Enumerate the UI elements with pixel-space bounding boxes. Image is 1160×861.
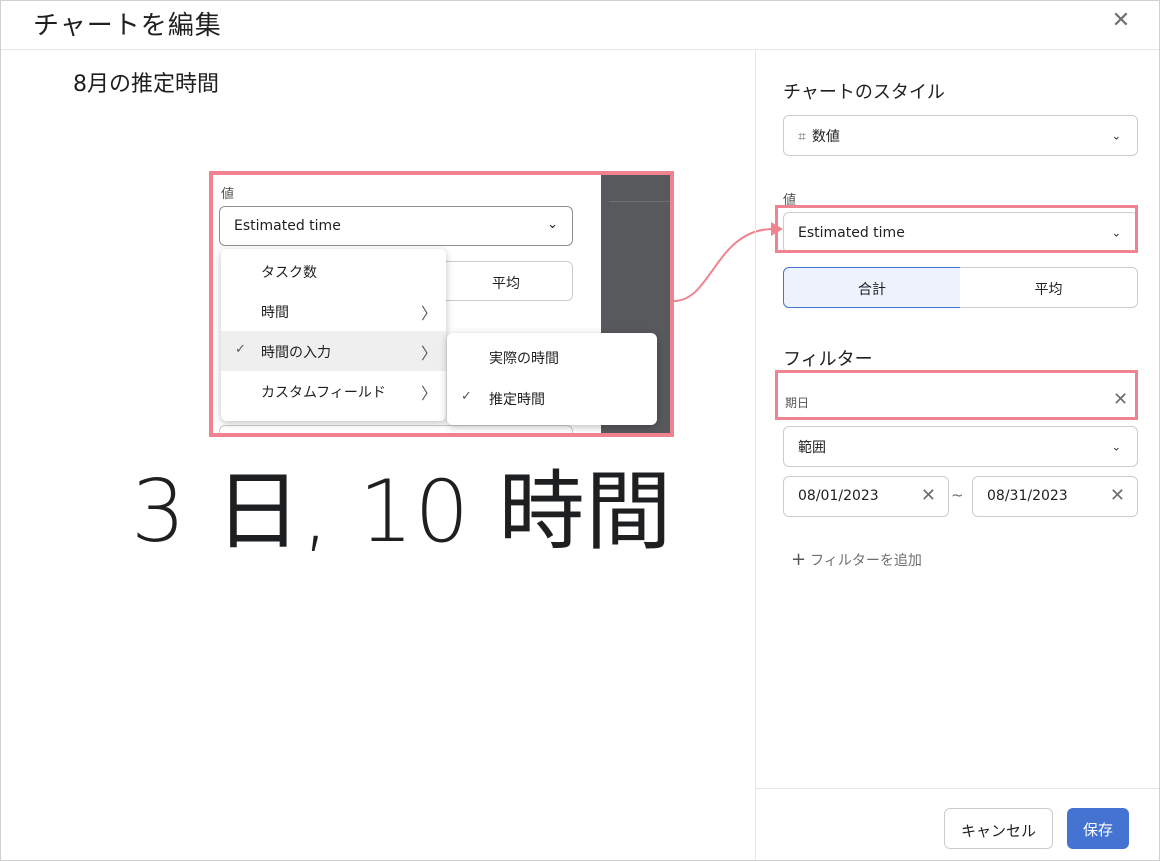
overlay-divider [609, 201, 670, 202]
range-select-text: 範囲 [798, 439, 826, 456]
submenu-item-label: 推定時間 [489, 392, 545, 408]
average-label: 平均 [1034, 282, 1063, 298]
date-range-separator: ~ [951, 486, 964, 504]
menu-item-time[interactable]: 時間 〉 [221, 291, 446, 331]
time-entry-submenu: 実際の時間 ✓ 推定時間 [447, 333, 657, 425]
close-icon[interactable]: ✕ [1109, 9, 1133, 33]
chevron-down-icon: ⌄ [1111, 129, 1121, 142]
range-select[interactable]: 範囲 ⌄ [783, 426, 1138, 467]
footer-divider [756, 788, 1159, 789]
inset-value-label: 値 [221, 187, 235, 202]
sum-toggle[interactable]: 合計 [783, 267, 961, 308]
remove-filter-icon[interactable]: ✕ [1113, 389, 1128, 410]
menu-item-time-entry[interactable]: ✓ 時間の入力 〉 [221, 331, 446, 371]
menu-item-custom-field[interactable]: カスタムフィールド 〉 [221, 371, 446, 411]
inset-average-label: 平均 [492, 276, 520, 292]
save-label: 保存 [1082, 821, 1113, 839]
inset-average-button[interactable]: 平均 [439, 261, 573, 301]
chart-style-select[interactable]: ⌗ 数値 ⌄ [783, 115, 1138, 156]
filter-heading: フィルター [783, 349, 873, 370]
chevron-right-icon: 〉 [421, 344, 438, 363]
clear-end-date-icon[interactable]: ✕ [1110, 485, 1125, 506]
callout-arrow [673, 222, 783, 302]
value-dropdown-callout: 値 Estimated time ⌄ 平均 タスク数 時間 〉 ✓ 時間の入力 … [209, 171, 674, 437]
inset-value-select[interactable]: Estimated time ⌄ [219, 206, 573, 246]
cancel-label: キャンセル [960, 822, 1036, 840]
menu-item-label: 時間 [261, 305, 289, 321]
due-date-filter-highlight [775, 370, 1138, 420]
menu-item-task-count[interactable]: タスク数 [221, 251, 446, 291]
plus-icon: + [791, 549, 807, 570]
chart-style-text: 数値 [811, 128, 840, 145]
save-button[interactable]: 保存 [1067, 808, 1129, 849]
chart-title: 8月の推定時間 [73, 72, 219, 97]
add-filter-button[interactable]: + フィルターを追加 [791, 549, 922, 570]
chevron-down-icon: ⌄ [547, 217, 558, 232]
menu-item-label: 時間の入力 [261, 345, 331, 361]
submenu-item-actual-time[interactable]: 実際の時間 [447, 337, 657, 377]
check-icon: ✓ [235, 342, 246, 357]
cancel-button[interactable]: キャンセル [944, 808, 1053, 849]
chart-style-heading: チャートのスタイル [783, 82, 945, 103]
number-value: 3 日, 10 時間 [131, 462, 673, 562]
dialog-title: チャートを編集 [33, 11, 222, 41]
edit-chart-dialog: チャートを編集 ✕ 8月の推定時間 3 日, 10 時間 値 Estimated… [0, 0, 1160, 861]
inset-hidden-field [219, 425, 573, 433]
dialog-header: チャートを編集 ✕ [1, 1, 1159, 50]
start-date-value: 08/01/2023 [798, 488, 879, 504]
clear-start-date-icon[interactable]: ✕ [921, 485, 936, 506]
check-icon: ✓ [461, 389, 472, 404]
menu-item-label: タスク数 [261, 265, 317, 281]
due-date-filter-label: 期日 [785, 396, 810, 410]
average-toggle[interactable]: 平均 [960, 267, 1138, 308]
end-date-value: 08/31/2023 [987, 488, 1068, 504]
sum-label: 合計 [858, 282, 886, 298]
chevron-down-icon: ⌄ [1111, 440, 1121, 453]
end-date-field[interactable]: 08/31/2023 ✕ [972, 476, 1138, 517]
panel-divider [755, 51, 756, 860]
add-filter-label: フィルターを追加 [810, 553, 922, 569]
value-menu: タスク数 時間 〉 ✓ 時間の入力 〉 カスタムフィールド 〉 [221, 249, 446, 421]
chevron-right-icon: 〉 [421, 384, 438, 403]
submenu-item-label: 実際の時間 [489, 351, 559, 367]
menu-item-label: カスタムフィールド [261, 385, 386, 401]
chevron-right-icon: 〉 [421, 304, 438, 323]
number-icon: ⌗ [798, 128, 806, 145]
value-select-highlight [775, 205, 1138, 253]
chart-style-value: ⌗ 数値 [798, 126, 840, 146]
inset-select-text: Estimated time [234, 218, 341, 234]
start-date-field[interactable]: 08/01/2023 ✕ [783, 476, 949, 517]
submenu-item-estimated-time[interactable]: ✓ 推定時間 [447, 378, 657, 418]
